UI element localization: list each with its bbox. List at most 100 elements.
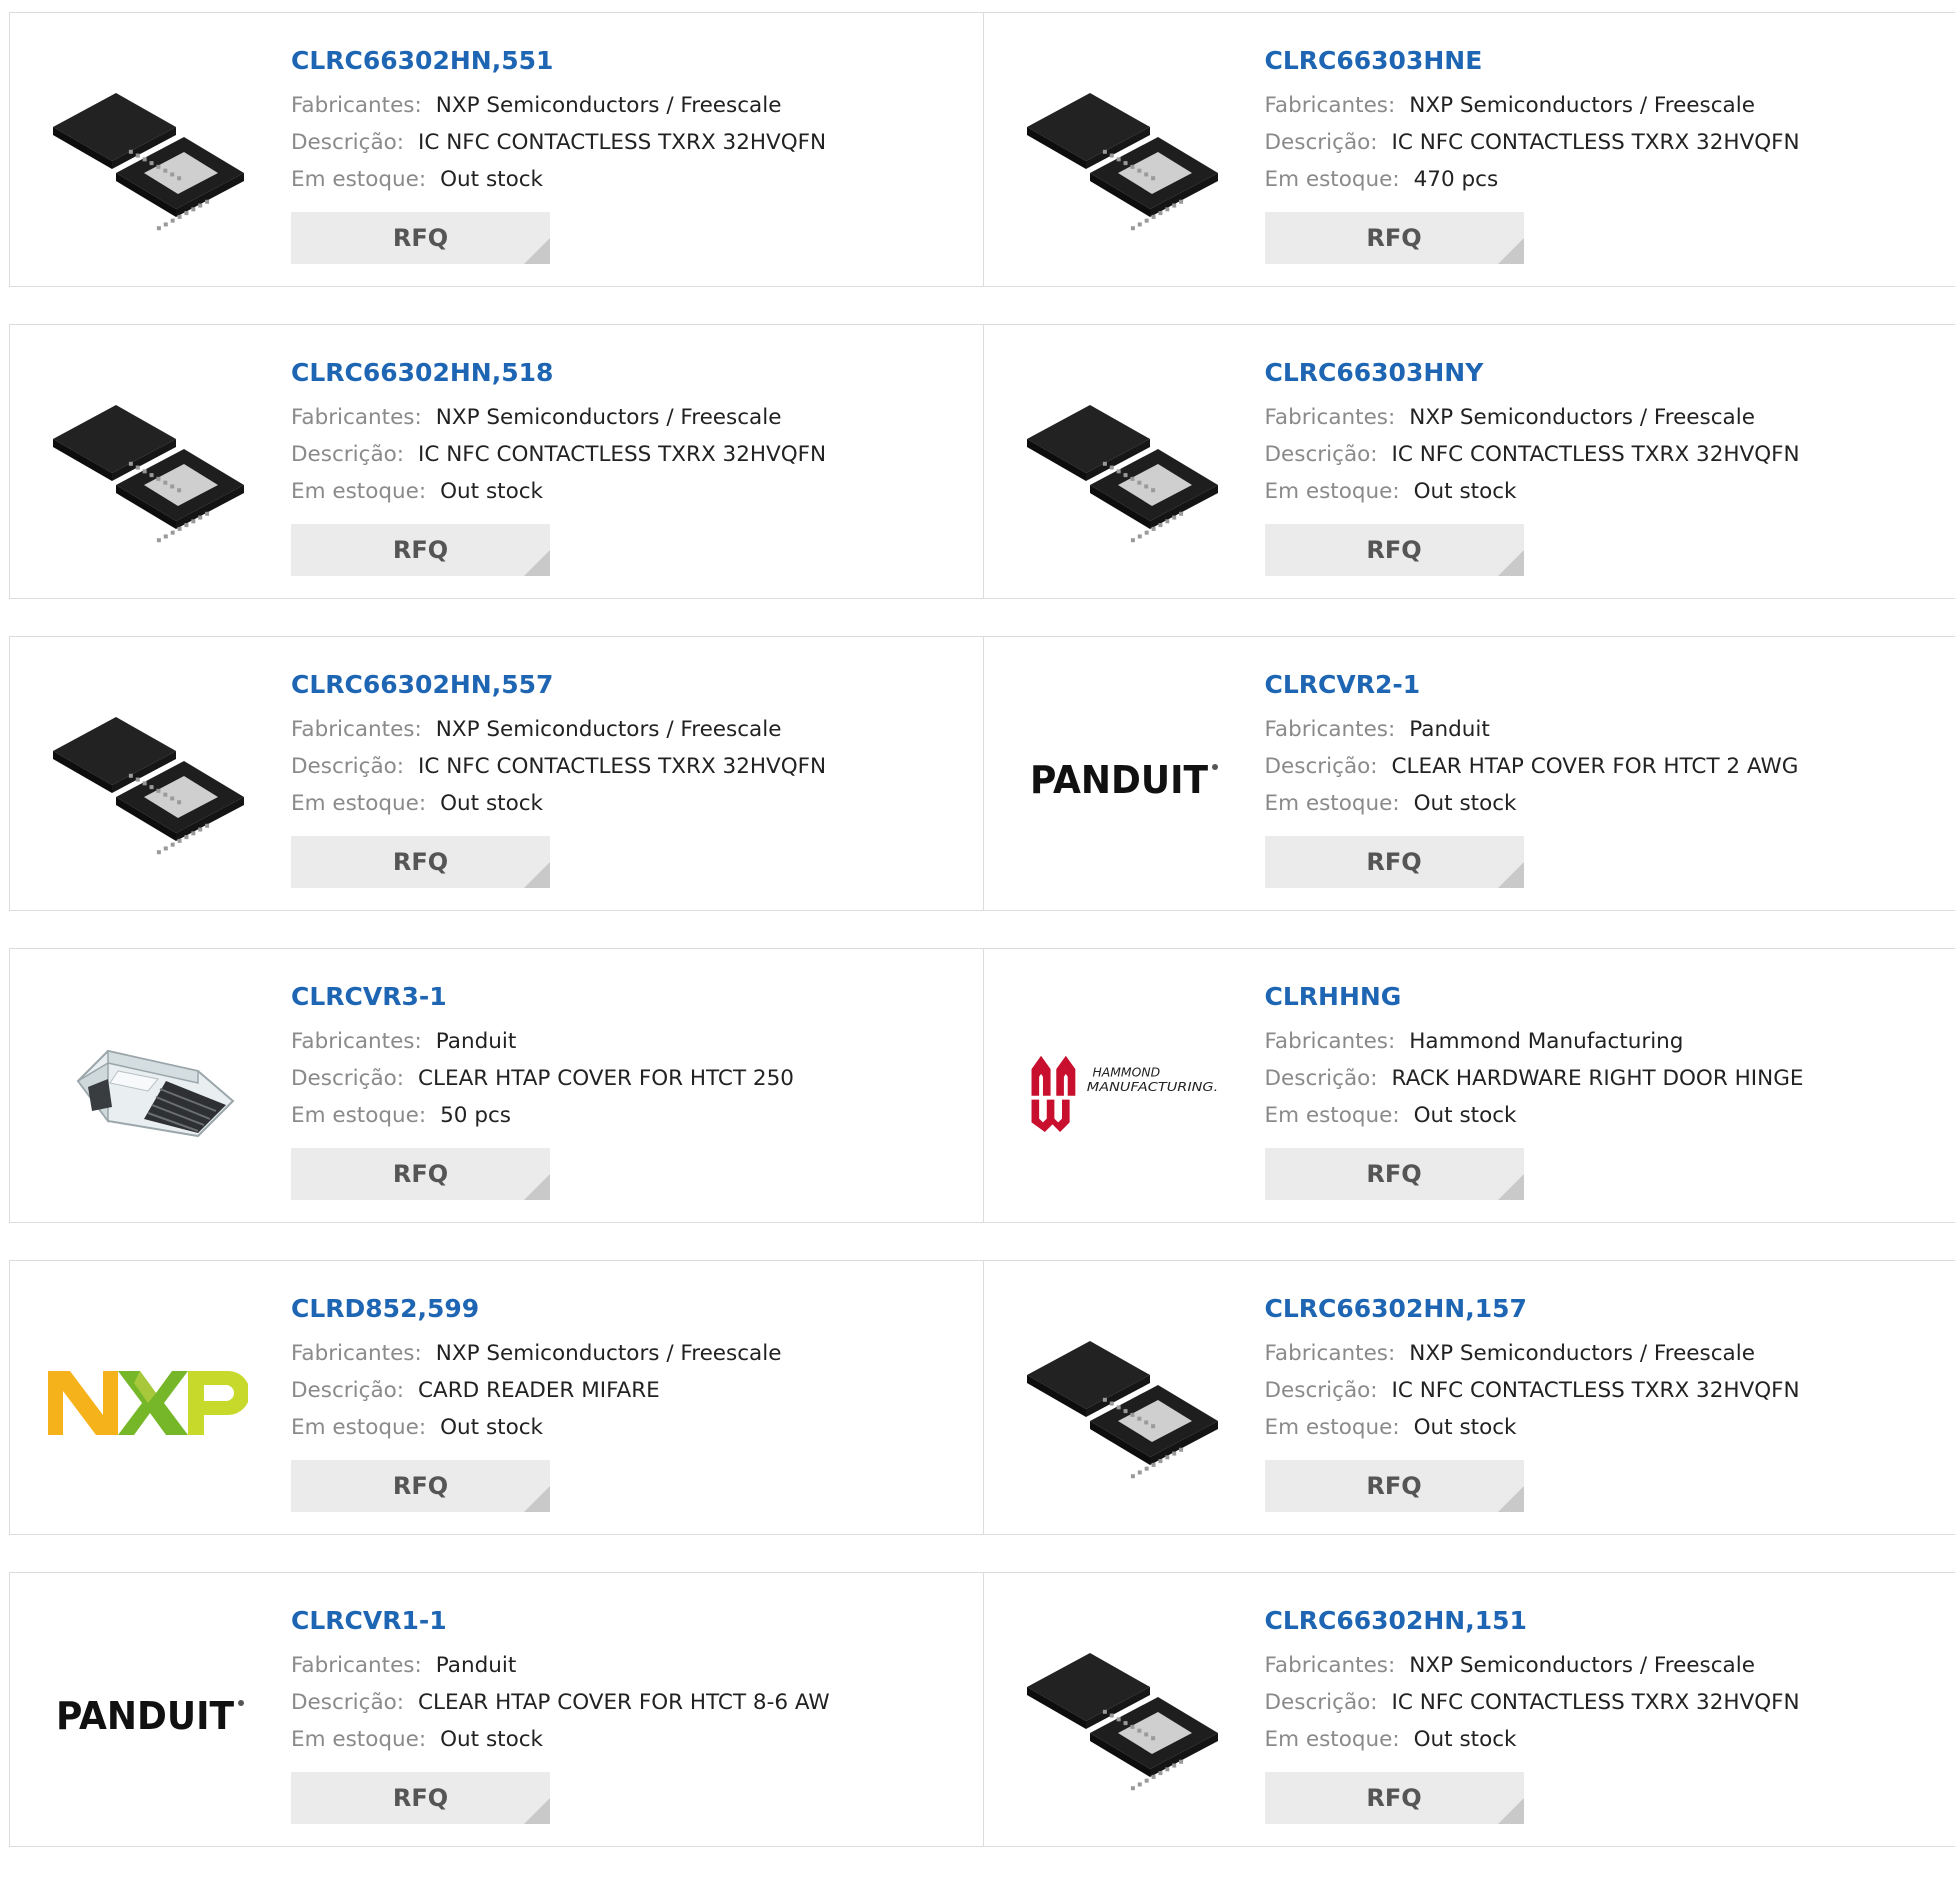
description-label: Descrição: xyxy=(1265,1690,1378,1715)
description-value: CLEAR HTAP COVER FOR HTCT 2 AWG xyxy=(1392,754,1799,779)
description-label: Descrição: xyxy=(1265,1066,1378,1091)
product-info: CLRCVR3-1 Fabricantes: Panduit Descrição:… xyxy=(291,979,794,1200)
rfq-button[interactable]: RFQ xyxy=(291,1148,550,1200)
product-info: CLRC66302HN,151 Fabricantes:NXP Semicond… xyxy=(1265,1603,1800,1824)
manufacturer-line: Fabricantes:NXP Semiconductors / Freesca… xyxy=(1265,399,1800,436)
part-number-link[interactable]: CLRC66302HN,151 xyxy=(1265,1603,1800,1639)
stock-value: Out stock xyxy=(1414,479,1517,504)
rfq-button[interactable]: RFQ xyxy=(291,1772,550,1824)
corner-triangle-icon xyxy=(1498,1174,1524,1200)
corner-triangle-icon xyxy=(1498,862,1524,888)
manufacturer-line: Fabricantes:Hammond Manufacturing xyxy=(1265,1023,1804,1060)
product-image[interactable] xyxy=(1022,55,1222,255)
description-line: Descrição:CLEAR HTAP COVER FOR HTCT 2 AW… xyxy=(1265,748,1799,785)
product-info: CLRCVR2-1 Fabricantes:Panduit Descrição:… xyxy=(1265,667,1799,888)
manufacturer-label: Fabricantes: xyxy=(291,1341,422,1366)
part-number-link[interactable]: CLRCVR1-1 xyxy=(291,1603,830,1639)
description-label: Descrição: xyxy=(291,1066,404,1091)
svg-text:MANUFACTURING.: MANUFACTURING. xyxy=(1086,1080,1217,1094)
description-value: IC NFC CONTACTLESS TXRX 32HVQFN xyxy=(1392,1378,1800,1403)
part-number-link[interactable]: CLRD852,599 xyxy=(291,1291,781,1327)
manufacturer-line: Fabricantes:NXP Semiconductors / Freesca… xyxy=(1265,1647,1800,1684)
manufacturer-value: Panduit xyxy=(436,1029,516,1054)
rfq-button[interactable]: RFQ xyxy=(1265,524,1524,576)
rfq-label: RFQ xyxy=(393,1160,448,1188)
part-number-link[interactable]: CLRCVR2-1 xyxy=(1265,667,1799,703)
stock-line: Em estoque: Out stock xyxy=(1265,473,1800,510)
manufacturer-line: Fabricantes:NXP Semiconductors / Freesca… xyxy=(291,87,826,124)
product-image[interactable]: PANDUIT xyxy=(1022,679,1222,879)
product-info: CLRHHNG Fabricantes:Hammond Manufacturin… xyxy=(1265,979,1804,1200)
manufacturer-line: Fabricantes: Panduit xyxy=(291,1647,830,1684)
rfq-button[interactable]: RFQ xyxy=(1265,836,1524,888)
description-value: CARD READER MIFARE xyxy=(418,1378,660,1403)
product-image[interactable] xyxy=(48,367,248,567)
rfq-button[interactable]: RFQ xyxy=(1265,1460,1524,1512)
product-image[interactable] xyxy=(1022,1303,1222,1503)
product-image[interactable] xyxy=(48,55,248,255)
stock-line: Em estoque:Out stock xyxy=(291,785,826,822)
rfq-button[interactable]: RFQ xyxy=(1265,212,1524,264)
product-image[interactable]: HAMMOND MANUFACTURING. xyxy=(1022,991,1222,1191)
manufacturer-value: NXP Semiconductors / Freescale xyxy=(436,717,782,742)
stock-label: Em estoque: xyxy=(291,1415,426,1440)
part-number-link[interactable]: CLRC66302HN,551 xyxy=(291,43,826,79)
rfq-button[interactable]: RFQ xyxy=(291,524,550,576)
description-value: CLEAR HTAP COVER FOR HTCT 8-6 AW xyxy=(418,1690,830,1715)
product-card: PANDUIT CLRCVR1-1 Fabricantes: Panduit De… xyxy=(10,1573,983,1846)
product-card: CLRC66303HNE Fabricantes:NXP Semiconduct… xyxy=(983,13,1955,286)
part-number-link[interactable]: CLRC66302HN,157 xyxy=(1265,1291,1800,1327)
product-image[interactable]: PANDUIT xyxy=(48,1615,248,1815)
product-image[interactable] xyxy=(1022,1615,1222,1815)
product-info: CLRC66302HN,551 Fabricantes:NXP Semicond… xyxy=(291,43,826,264)
stock-line: Em estoque:Out stock xyxy=(291,161,826,198)
part-number-link[interactable]: CLRCVR3-1 xyxy=(291,979,794,1015)
rfq-button[interactable]: RFQ xyxy=(1265,1772,1524,1824)
stock-line: Em estoque:Out stock xyxy=(291,473,826,510)
rfq-label: RFQ xyxy=(393,536,448,564)
manufacturer-label: Fabricantes: xyxy=(291,1029,422,1054)
product-info: CLRC66303HNY Fabricantes:NXP Semiconduct… xyxy=(1265,355,1800,576)
stock-value: 470 pcs xyxy=(1414,167,1499,192)
hammond-logo: HAMMOND MANUFACTURING. xyxy=(1022,1046,1222,1136)
description-label: Descrição: xyxy=(1265,1378,1378,1403)
product-image[interactable] xyxy=(1022,367,1222,567)
svg-text:PANDUIT: PANDUIT xyxy=(1030,758,1208,802)
rfq-button[interactable]: RFQ xyxy=(291,212,550,264)
stock-label: Em estoque: xyxy=(1265,1727,1400,1752)
stock-line: Em estoque:Out stock xyxy=(1265,1721,1800,1758)
rfq-button[interactable]: RFQ xyxy=(1265,1148,1524,1200)
manufacturer-value: NXP Semiconductors / Freescale xyxy=(1409,1341,1755,1366)
corner-triangle-icon xyxy=(524,1174,550,1200)
stock-label: Em estoque: xyxy=(1265,479,1400,504)
product-row: CLRD852,599 Fabricantes: NXP Semiconducto… xyxy=(9,1260,1955,1535)
description-line: Descrição:CLEAR HTAP COVER FOR HTCT 8-6 … xyxy=(291,1684,830,1721)
part-number-link[interactable]: CLRC66302HN,557 xyxy=(291,667,826,703)
corner-triangle-icon xyxy=(524,862,550,888)
product-info: CLRC66303HNE Fabricantes:NXP Semiconduct… xyxy=(1265,43,1800,264)
stock-line: Em estoque:50 pcs xyxy=(291,1097,794,1134)
manufacturer-value: Panduit xyxy=(436,1653,516,1678)
part-number-link[interactable]: CLRC66303HNE xyxy=(1265,43,1800,79)
product-image[interactable] xyxy=(48,991,248,1191)
description-label: Descrição: xyxy=(291,754,404,779)
manufacturer-label: Fabricantes: xyxy=(291,405,422,430)
part-number-link[interactable]: CLRC66302HN,518 xyxy=(291,355,826,391)
description-value: IC NFC CONTACTLESS TXRX 32HVQFN xyxy=(418,442,826,467)
manufacturer-label: Fabricantes: xyxy=(291,1653,422,1678)
product-row: CLRCVR3-1 Fabricantes: Panduit Descrição:… xyxy=(9,948,1955,1223)
rfq-button[interactable]: RFQ xyxy=(291,1460,550,1512)
ic-chip-icon xyxy=(48,367,248,567)
stock-label: Em estoque: xyxy=(1265,1103,1400,1128)
part-number-link[interactable]: CLRC66303HNY xyxy=(1265,355,1800,391)
part-number-link[interactable]: CLRHHNG xyxy=(1265,979,1804,1015)
rfq-label: RFQ xyxy=(1366,536,1421,564)
product-card: HAMMOND MANUFACTURING. CLRHHNG Fabricant… xyxy=(983,949,1955,1222)
rfq-button[interactable]: RFQ xyxy=(291,836,550,888)
manufacturer-value: NXP Semiconductors / Freescale xyxy=(436,93,782,118)
product-image[interactable] xyxy=(48,1303,248,1503)
description-value: CLEAR HTAP COVER FOR HTCT 250 xyxy=(418,1066,794,1091)
product-image[interactable] xyxy=(48,679,248,879)
manufacturer-label: Fabricantes: xyxy=(1265,1029,1396,1054)
manufacturer-label: Fabricantes: xyxy=(1265,405,1396,430)
